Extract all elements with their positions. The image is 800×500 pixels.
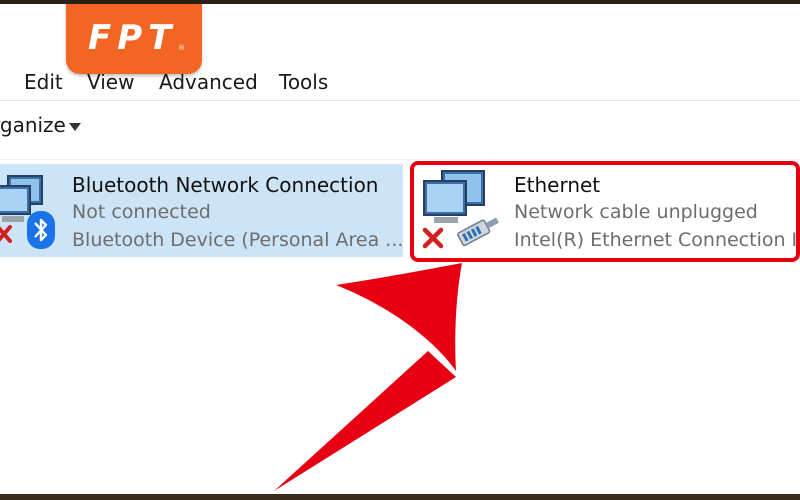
connection-item-bluetooth[interactable]: Bluetooth Network Connection Not connect… — [0, 164, 403, 257]
connection-name: Ethernet — [514, 173, 601, 197]
bottom-background-strip — [0, 494, 800, 500]
bluetooth-icon — [27, 211, 55, 249]
menu-tools[interactable]: Tools — [279, 70, 328, 94]
fpt-logo-registered: ® — [178, 44, 185, 52]
fpt-logo-text: FPT — [88, 18, 178, 58]
network-connections-window: FPT ® Edit View Advanced Tools rganize B… — [0, 4, 800, 494]
connection-status: Not connected — [72, 201, 211, 223]
connection-item-ethernet[interactable]: Ethernet Network cable unplugged Intel(R… — [410, 161, 800, 262]
menu-edit[interactable]: Edit — [24, 70, 63, 94]
ethernet-cable-icon — [457, 217, 499, 247]
red-arrow-icon — [274, 263, 462, 491]
connection-status: Network cable unplugged — [514, 201, 758, 223]
connection-name: Bluetooth Network Connection — [72, 173, 379, 197]
toolbar: rganize — [0, 101, 800, 160]
chevron-down-icon — [69, 123, 81, 131]
red-x-icon — [422, 227, 444, 249]
connection-device: Intel(R) Ethernet Connection I21 — [514, 229, 800, 251]
fpt-logo: FPT ® — [66, 4, 202, 74]
connection-device: Bluetooth Device (Personal Area ... — [72, 229, 404, 251]
organize-label: rganize — [0, 113, 66, 137]
red-x-icon — [0, 225, 12, 243]
